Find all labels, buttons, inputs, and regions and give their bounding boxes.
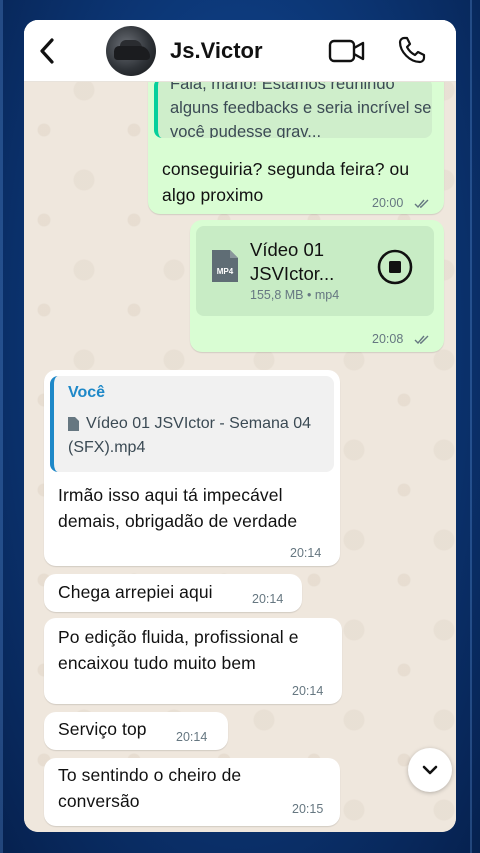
message-bubble-incoming[interactable]: Você Vídeo 01 JSVIctor - Semana 04 (SFX)…	[44, 370, 340, 566]
avatar[interactable]	[106, 26, 156, 76]
chevron-left-icon[interactable]	[34, 34, 60, 68]
message-text: Chega arrepiei aqui	[58, 582, 213, 602]
chat-window: Js.Victor Fala, mano! Estamos reunindo a…	[24, 20, 456, 832]
file-attachment[interactable]: MP4 Vídeo 01 JSVIctor... 155,8 MB • mp4	[196, 226, 434, 316]
chevron-down-icon	[422, 765, 438, 775]
stop-download-icon[interactable]	[376, 248, 414, 286]
message-text: Po edição fluida, profissional e encaixo…	[58, 627, 299, 673]
message-time: 20:14	[290, 546, 322, 560]
background-light-streak	[470, 0, 472, 853]
message-time: 20:14	[292, 684, 324, 698]
scroll-to-bottom-button[interactable]	[408, 748, 452, 792]
message-time: 20:14	[252, 592, 284, 606]
message-time: 20:00	[372, 196, 404, 210]
quoted-message-text: Vídeo 01 JSVIctor - Semana 04 (SFX).mp4	[68, 415, 312, 456]
quoted-message[interactable]: Você Vídeo 01 JSVIctor - Semana 04 (SFX)…	[50, 376, 334, 472]
quoted-message[interactable]: Fala, mano! Estamos reunindo alguns feed…	[154, 78, 432, 138]
message-time: 20:15	[292, 802, 324, 816]
message-bubble-incoming[interactable]: Chega arrepiei aqui 20:14	[44, 574, 302, 612]
quoted-author: Você	[68, 384, 106, 401]
message-time: 20:08	[372, 332, 404, 346]
double-check-icon	[414, 199, 429, 209]
message-time: 20:14	[176, 730, 208, 744]
double-check-icon	[414, 335, 429, 345]
phone-icon[interactable]	[396, 34, 428, 66]
message-bubble-incoming[interactable]: Serviço top 20:14	[44, 712, 228, 750]
video-file-icon: MP4	[212, 250, 238, 282]
file-meta: 155,8 MB • mp4	[250, 288, 340, 302]
svg-text:MP4: MP4	[217, 267, 234, 276]
quoted-message-text: Fala, mano! Estamos reunindo alguns feed…	[170, 78, 432, 138]
message-bubble-outgoing[interactable]: Fala, mano! Estamos reunindo alguns feed…	[148, 64, 444, 214]
chat-header: Js.Victor	[24, 20, 456, 82]
message-bubble-incoming[interactable]: To sentindo o cheiro de conversão 20:15	[44, 758, 340, 826]
message-text: To sentindo o cheiro de conversão	[58, 765, 242, 811]
message-bubble-outgoing[interactable]: MP4 Vídeo 01 JSVIctor... 155,8 MB • mp4 …	[190, 220, 444, 352]
message-text: Irmão isso aqui tá impecável demais, obr…	[58, 485, 298, 531]
background-light-streak	[0, 0, 3, 853]
message-text: Serviço top	[58, 719, 147, 739]
file-name: Vídeo 01 JSVIctor...	[250, 239, 335, 284]
contact-name[interactable]: Js.Victor	[170, 38, 263, 64]
message-bubble-incoming[interactable]: Po edição fluida, profissional e encaixo…	[44, 618, 342, 704]
video-camera-icon[interactable]	[328, 37, 366, 65]
